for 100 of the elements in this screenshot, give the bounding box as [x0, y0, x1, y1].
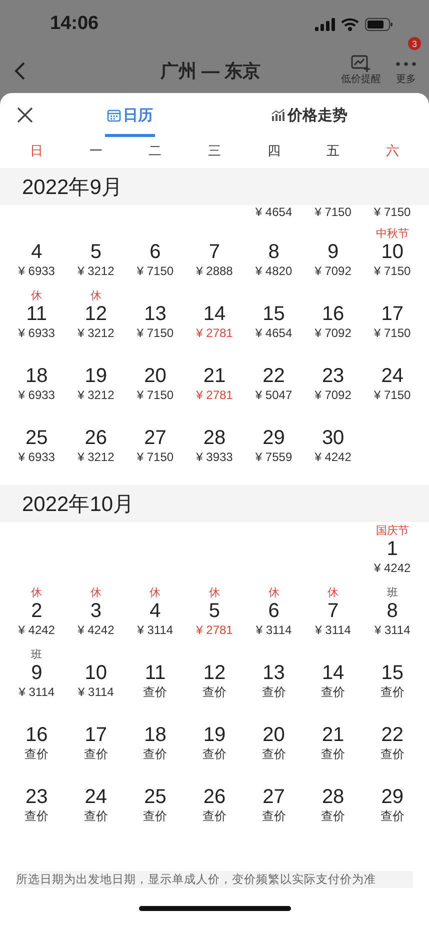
calendar-day[interactable]: 27	[262, 786, 285, 809]
day-price: ¥ 3114	[315, 623, 351, 638]
calendar-day[interactable]: 6	[268, 600, 280, 623]
calendar-day[interactable]: 11	[26, 303, 48, 326]
signal-icon	[315, 18, 335, 30]
tab[interactable]: 日历	[104, 93, 155, 137]
day-price: 查价	[321, 747, 346, 762]
calendar-day[interactable]: 14	[322, 662, 344, 685]
calendar-day[interactable]: 7	[328, 600, 339, 623]
day-price: ¥ 7092	[314, 388, 352, 403]
calendar-day[interactable]: 13	[262, 662, 285, 685]
calendar-day[interactable]: 26	[203, 786, 226, 809]
calendar-day[interactable]: 4	[31, 241, 42, 264]
calendar-day[interactable]: 9	[328, 241, 339, 264]
calendar-day[interactable]: 15	[262, 303, 285, 326]
calendar-day[interactable]: 26	[84, 427, 108, 450]
calendar-day[interactable]: 7	[208, 241, 220, 264]
day-price: ¥ 4242	[78, 623, 114, 638]
calendar-day[interactable]: 24	[84, 786, 108, 809]
calendar-day[interactable]: 29	[381, 786, 404, 809]
day-price: ¥ 3212	[78, 326, 114, 341]
tab[interactable]: 价格走势	[269, 93, 350, 137]
more-icon	[395, 61, 417, 67]
calendar-day[interactable]: 19	[203, 724, 226, 747]
calendar-day[interactable]: 2	[31, 600, 42, 623]
calendar-day[interactable]: 22	[262, 365, 285, 388]
calendar-day[interactable]: 18	[26, 365, 48, 388]
day-price: 查价	[24, 747, 49, 762]
calendar-day[interactable]: 16	[322, 303, 344, 326]
day-price: ¥ 2888	[196, 264, 233, 279]
calendar-day[interactable]: 1	[386, 538, 398, 561]
day-price: 查价	[380, 747, 404, 762]
day-price: ¥ 3114	[78, 685, 114, 700]
holiday-tag: 休	[31, 586, 42, 600]
day-price: ¥ 6933	[18, 264, 55, 279]
calendar-day[interactable]: 11	[144, 662, 166, 685]
calendar-day[interactable]: 28	[203, 427, 226, 450]
calendar-day[interactable]: 28	[322, 786, 344, 809]
calendar-day[interactable]: 23	[322, 365, 344, 388]
calendar-day[interactable]: 21	[322, 724, 344, 747]
calendar-day[interactable]: 12	[203, 662, 226, 685]
chart-plus-icon	[351, 55, 371, 72]
calendar-day[interactable]: 22	[381, 724, 404, 747]
calendar-day[interactable]: 10	[381, 241, 404, 264]
calendar-day[interactable]: 17	[381, 303, 404, 326]
day-price: 查价	[202, 747, 226, 762]
weekday-label: 四	[266, 142, 282, 160]
day-price: 查价	[84, 809, 108, 824]
weekday-label: 三	[206, 142, 222, 160]
bar-chart-icon	[271, 109, 286, 121]
calendar-day[interactable]: 10	[84, 662, 108, 685]
calendar-day[interactable]: 23	[26, 786, 48, 809]
day-price: ¥ 7150	[136, 326, 174, 341]
holiday-tag: 休	[268, 586, 280, 600]
calendar-day[interactable]: 15	[381, 662, 404, 685]
calendar-day[interactable]: 18	[144, 724, 166, 747]
day-price: ¥ 4820	[255, 264, 292, 279]
calendar-day[interactable]: 20	[144, 365, 166, 388]
day-price: 查价	[262, 685, 286, 700]
calendar-day[interactable]: 5	[208, 600, 220, 623]
day-price: ¥ 2781	[196, 623, 233, 638]
calendar-day[interactable]: 6	[150, 241, 161, 264]
calendar-day[interactable]: 8	[268, 241, 280, 264]
calendar-day[interactable]: 17	[84, 724, 108, 747]
holiday-tag: 休	[328, 586, 339, 600]
calendar-day[interactable]: 25	[26, 427, 48, 450]
calendar-day[interactable]: 12	[84, 303, 108, 326]
weekday-label: 日	[29, 142, 44, 160]
calendar-day[interactable]: 30	[322, 427, 344, 450]
calendar-day[interactable]: 21	[203, 365, 226, 388]
calendar-day[interactable]: 27	[144, 427, 166, 450]
day-price: ¥ 4654	[255, 205, 292, 220]
calendar-day[interactable]: 4	[150, 600, 161, 623]
calendar-day[interactable]: 3	[90, 600, 102, 623]
weekday-label: 六	[384, 142, 400, 160]
calendar-day[interactable]: 24	[381, 365, 404, 388]
calendar-day[interactable]: 16	[26, 724, 48, 747]
day-price: 查价	[321, 809, 346, 824]
calendar-day[interactable]: 8	[386, 600, 398, 623]
day-price: ¥ 7150	[374, 264, 411, 279]
calendar-day[interactable]: 20	[262, 724, 285, 747]
weekday-label: 二	[148, 142, 163, 160]
calendar-day[interactable]: 13	[144, 303, 166, 326]
holiday-tag: 休	[208, 586, 220, 600]
calendar-day[interactable]: 29	[262, 427, 285, 450]
calendar-day[interactable]: 9	[31, 662, 42, 685]
calendar-day[interactable]: 5	[90, 241, 102, 264]
day-price: ¥ 7150	[136, 264, 174, 279]
day-price: ¥ 7150	[314, 205, 352, 220]
day-price: ¥ 4242	[374, 561, 411, 576]
day-price: 查价	[143, 685, 168, 700]
calendar-day[interactable]: 14	[203, 303, 226, 326]
calendar-day[interactable]: 25	[144, 786, 166, 809]
price-alert-button[interactable]: 低价提醒	[341, 55, 381, 86]
day-price: ¥ 7150	[374, 205, 411, 220]
day-price: 查价	[321, 685, 346, 700]
holiday-tag: 国庆节	[376, 524, 409, 538]
close-icon	[16, 106, 34, 124]
day-price: ¥ 3114	[18, 685, 55, 700]
calendar-day[interactable]: 19	[84, 365, 108, 388]
